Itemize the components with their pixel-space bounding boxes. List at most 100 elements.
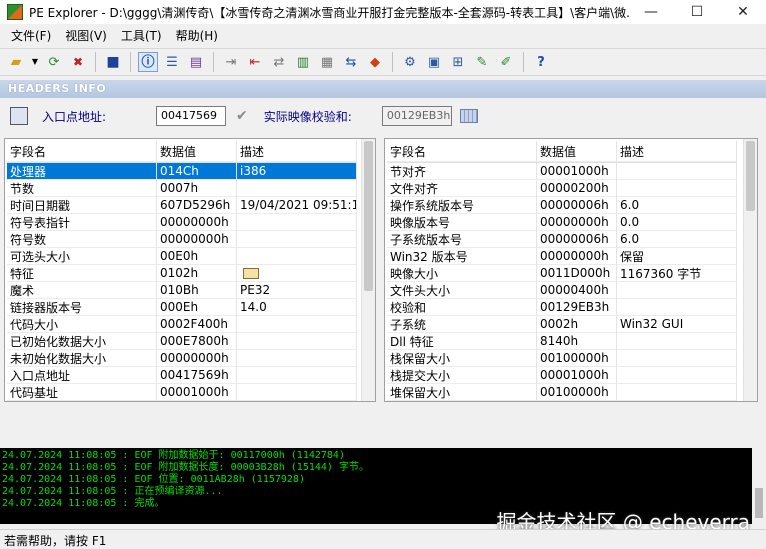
open-file-button[interactable]: ▰ xyxy=(6,52,26,72)
compare-button[interactable]: ⊞ xyxy=(448,52,468,72)
relocations-button[interactable]: ⇆ xyxy=(341,52,361,72)
description-cell xyxy=(617,384,737,401)
field-name-cell: Dll 特征 xyxy=(387,333,537,350)
data-value-cell: 0102h xyxy=(157,265,237,282)
table-row[interactable]: 可选头大小 00E0h xyxy=(7,248,357,265)
table-row[interactable]: 符号表指针 00000000h xyxy=(7,214,357,231)
apply-check-icon[interactable]: ✔ xyxy=(236,108,248,124)
description-cell xyxy=(237,350,357,367)
file-header-grid: 字段名 数据值 描述 处理器 014Ch i386 节数 0007h 时间日期戳 607D5296… xyxy=(7,141,357,401)
imports-button[interactable]: ⇤ xyxy=(245,52,265,72)
table-row[interactable]: 文件对齐 00000200h xyxy=(387,180,737,197)
right-scroll-thumb[interactable] xyxy=(746,141,755,211)
description-cell xyxy=(237,265,357,282)
save-disk-icon: ■ xyxy=(106,54,120,70)
compare-icon: ⊞ xyxy=(452,54,464,70)
table-row[interactable]: Dll 特征 8140h xyxy=(387,333,737,350)
left-table-scrollbar[interactable] xyxy=(361,139,375,401)
open-dropdown-button[interactable]: ▼ xyxy=(30,52,40,72)
table-row[interactable]: 映像版本号 00000000h 0.0 xyxy=(387,214,737,231)
column-header[interactable]: 数据值 xyxy=(157,141,237,162)
entry-point-input[interactable]: 00417569 xyxy=(156,106,227,126)
log-line: 24.07.2024 11:08:05 : EOF 位置: 0011AB28h … xyxy=(2,474,305,485)
data-directories-button[interactable]: ☰ xyxy=(162,52,182,72)
menu-file[interactable]: 文件(F) xyxy=(4,27,58,44)
close-file-button[interactable]: ✖ xyxy=(68,52,88,72)
table-row[interactable]: 符号数 00000000h xyxy=(7,231,357,248)
data-value-cell: 0002h xyxy=(537,316,617,333)
delay-imports-button[interactable]: ⇄ xyxy=(269,52,289,72)
field-name-cell: 子系统版本号 xyxy=(387,231,537,248)
disassembler-button[interactable]: ⚙ xyxy=(400,52,420,72)
table-row[interactable]: 已初始化数据大小 000E7800h xyxy=(7,333,357,350)
save-button[interactable]: ■ xyxy=(103,52,123,72)
column-header[interactable]: 字段名 xyxy=(7,141,157,162)
field-name-cell: 节数 xyxy=(7,180,157,197)
table-row[interactable]: 未初始化数据大小 00000000h xyxy=(7,350,357,367)
table-row[interactable]: 子系统 0002h Win32 GUI xyxy=(387,316,737,333)
data-value-cell: 00000000h xyxy=(537,214,617,231)
column-header[interactable]: 数据值 xyxy=(537,141,617,162)
menu-view[interactable]: 视图(V) xyxy=(58,27,114,44)
table-row[interactable]: 时间日期戳 607D5296h 19/04/2021 09:51:18 xyxy=(7,197,357,214)
save-header-icon[interactable] xyxy=(10,107,28,125)
unpack-button[interactable]: ✐ xyxy=(496,52,516,72)
help-button[interactable]: ? xyxy=(531,52,551,72)
resources-button[interactable]: ▥ xyxy=(293,52,313,72)
table-row[interactable]: 节数 0007h xyxy=(7,180,357,197)
exports-icon: ⇥ xyxy=(225,54,237,70)
table-row[interactable]: 栈保留大小 00100000h xyxy=(387,350,737,367)
minimize-button[interactable]: — xyxy=(628,0,674,24)
envelope-icon[interactable] xyxy=(243,267,259,279)
file-header-table: 字段名 数据值 描述 处理器 014Ch i386 节数 0007h 时间日期戳 607D5296… xyxy=(4,138,376,402)
table-row[interactable]: 链接器版本号 000Eh 14.0 xyxy=(7,299,357,316)
close-button[interactable]: ✕ xyxy=(720,0,766,24)
dependency-button[interactable]: ◆ xyxy=(365,52,385,72)
table-row[interactable]: 文件头大小 00000400h xyxy=(387,282,737,299)
plugins-icon: ✎ xyxy=(476,54,488,70)
column-header[interactable]: 描述 xyxy=(617,141,737,162)
resources-icon: ▥ xyxy=(296,54,310,70)
table-row[interactable]: 代码大小 0002F400h xyxy=(7,316,357,333)
log-scroll-thumb[interactable] xyxy=(755,488,763,518)
table-row[interactable]: 节对齐 00001000h xyxy=(387,163,737,180)
field-name-cell: 已初始化数据大小 xyxy=(7,333,157,350)
data-value-cell: 00000006h xyxy=(537,197,617,214)
section-headers-button[interactable]: ▤ xyxy=(186,52,206,72)
table-row[interactable]: Win32 版本号 00000000h 保留 xyxy=(387,248,737,265)
plugins-button[interactable]: ✎ xyxy=(472,52,492,72)
table-row[interactable]: 栈提交大小 00001000h xyxy=(387,367,737,384)
toolbar-separator xyxy=(130,52,131,72)
calculate-checksum-icon[interactable] xyxy=(459,109,478,123)
headers-info-button[interactable]: ⓘ xyxy=(138,52,158,72)
maximize-button[interactable]: ☐ xyxy=(674,0,720,24)
table-row[interactable]: 入口点地址 00417569h xyxy=(7,367,357,384)
description-cell: i386 xyxy=(237,163,357,180)
syntax-button[interactable]: ▣ xyxy=(424,52,444,72)
debug-button[interactable]: ▦ xyxy=(317,52,337,72)
table-row[interactable]: 魔术 010Bh PE32 xyxy=(7,282,357,299)
reload-button[interactable]: ⟳ xyxy=(44,52,64,72)
right-table-scrollbar[interactable] xyxy=(743,139,757,401)
data-value-cell: 00100000h xyxy=(537,384,617,401)
toolbar-separator xyxy=(392,52,393,72)
table-row[interactable]: 校验和 00129EB3h xyxy=(387,299,737,316)
exports-button[interactable]: ⇥ xyxy=(221,52,241,72)
left-scroll-thumb[interactable] xyxy=(364,141,373,291)
column-header[interactable]: 字段名 xyxy=(387,141,537,162)
table-row[interactable]: 处理器 014Ch i386 xyxy=(7,163,357,180)
field-name-cell: 魔术 xyxy=(7,282,157,299)
data-value-cell: 00000000h xyxy=(157,350,237,367)
column-header[interactable]: 描述 xyxy=(237,141,357,162)
table-row[interactable]: 代码基址 00001000h xyxy=(7,384,357,401)
table-row[interactable]: 子系统版本号 00000006h 6.0 xyxy=(387,231,737,248)
table-row[interactable]: 映像大小 0011D000h 1167360 字节 xyxy=(387,265,737,282)
log-scrollbar[interactable] xyxy=(752,448,766,524)
menu-help[interactable]: 帮助(H) xyxy=(169,27,225,44)
menu-tools[interactable]: 工具(T) xyxy=(114,27,169,44)
table-row[interactable]: 操作系统版本号 00000006h 6.0 xyxy=(387,197,737,214)
table-row[interactable]: 堆保留大小 00100000h xyxy=(387,384,737,401)
data-value-cell: 00100000h xyxy=(537,350,617,367)
table-row[interactable]: 特征 0102h xyxy=(7,265,357,282)
description-cell xyxy=(617,367,737,384)
